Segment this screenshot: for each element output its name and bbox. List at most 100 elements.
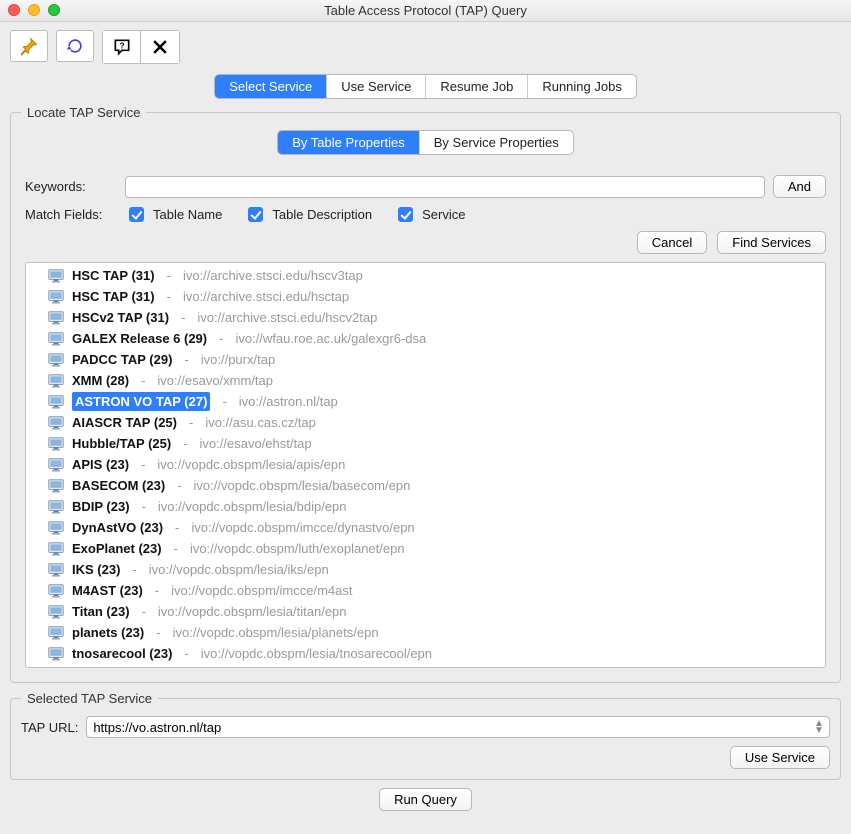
service-name: HSC TAP (31) xyxy=(72,287,155,306)
service-list-item[interactable]: planets (23) - ivo://vopdc.obspm/lesia/p… xyxy=(26,622,825,643)
keywords-input[interactable] xyxy=(125,176,765,198)
tap-url-input[interactable] xyxy=(86,716,830,738)
locate-legend: Locate TAP Service xyxy=(21,105,146,120)
service-url: ivo://cadc.nrc.ca/argus xyxy=(330,665,460,668)
service-name: APIS (23) xyxy=(72,455,129,474)
service-name: ExoPlanet (23) xyxy=(72,539,162,558)
cancel-button[interactable]: Cancel xyxy=(637,231,707,254)
separator: - xyxy=(142,602,146,621)
service-name: CADC Table Query (TAP) Service (22) xyxy=(72,665,301,668)
service-url: ivo://vopdc.obspm/lesia/bdip/epn xyxy=(158,497,347,516)
service-name: M4AST (23) xyxy=(72,581,143,600)
separator: - xyxy=(183,434,187,453)
minimize-window-button[interactable] xyxy=(28,4,40,16)
find-services-button[interactable]: Find Services xyxy=(717,231,826,254)
service-url: ivo://esavo/xmm/tap xyxy=(157,371,273,390)
service-list-item[interactable]: Hubble/TAP (25) - ivo://esavo/ehst/tap xyxy=(26,433,825,454)
check-table-desc[interactable]: Table Description xyxy=(244,204,372,225)
separator: - xyxy=(155,581,159,600)
service-list-item[interactable]: XMM (28) - ivo://esavo/xmm/tap xyxy=(26,370,825,391)
separator: - xyxy=(141,371,145,390)
separator: - xyxy=(174,539,178,558)
monitor-icon xyxy=(48,332,64,346)
service-list-item[interactable]: CADC Table Query (TAP) Service (22) - iv… xyxy=(26,664,825,668)
separator: - xyxy=(219,329,223,348)
separator: - xyxy=(132,560,136,579)
keywords-label: Keywords: xyxy=(25,179,117,194)
service-url: ivo://wfau.roe.ac.uk/galexgr6-dsa xyxy=(235,329,426,348)
close-button[interactable] xyxy=(141,31,179,63)
check-service-box[interactable] xyxy=(398,207,413,222)
check-service[interactable]: Service xyxy=(394,204,465,225)
service-list-item[interactable]: IKS (23) - ivo://vopdc.obspm/lesia/iks/e… xyxy=(26,559,825,580)
service-list-item[interactable]: GALEX Release 6 (29) - ivo://wfau.roe.ac… xyxy=(26,328,825,349)
service-list-item[interactable]: ASTRON VO TAP (27) - ivo://astron.nl/tap xyxy=(26,391,825,412)
service-list-item[interactable]: DynAstVO (23) - ivo://vopdc.obspm/imcce/… xyxy=(26,517,825,538)
monitor-icon xyxy=(48,521,64,535)
check-service-label: Service xyxy=(422,207,465,222)
check-table-desc-box[interactable] xyxy=(248,207,263,222)
service-list[interactable]: HSC TAP (31) - ivo://archive.stsci.edu/h… xyxy=(25,262,826,668)
window-title: Table Access Protocol (TAP) Query xyxy=(324,3,527,18)
zoom-window-button[interactable] xyxy=(48,4,60,16)
separator: - xyxy=(181,308,185,327)
close-window-button[interactable] xyxy=(8,4,20,16)
service-list-item[interactable]: ExoPlanet (23) - ivo://vopdc.obspm/luth/… xyxy=(26,538,825,559)
and-button[interactable]: And xyxy=(773,175,826,198)
separator: - xyxy=(156,623,160,642)
service-list-item[interactable]: HSCv2 TAP (31) - ivo://archive.stsci.edu… xyxy=(26,307,825,328)
service-list-item[interactable]: tnosarecool (23) - ivo://vopdc.obspm/les… xyxy=(26,643,825,664)
monitor-icon xyxy=(48,458,64,472)
monitor-icon xyxy=(48,416,64,430)
check-table-name-box[interactable] xyxy=(129,207,144,222)
reload-button[interactable] xyxy=(56,30,94,62)
service-list-item[interactable]: BDIP (23) - ivo://vopdc.obspm/lesia/bdip… xyxy=(26,496,825,517)
separator: - xyxy=(177,476,181,495)
separator: - xyxy=(167,287,171,306)
run-query-button[interactable]: Run Query xyxy=(379,788,472,811)
subtab-by-table[interactable]: By Table Properties xyxy=(278,131,420,154)
monitor-icon xyxy=(48,479,64,493)
tab-running-jobs[interactable]: Running Jobs xyxy=(528,75,636,98)
check-table-desc-label: Table Description xyxy=(272,207,372,222)
service-list-item[interactable]: HSC TAP (31) - ivo://archive.stsci.edu/h… xyxy=(26,286,825,307)
separator: - xyxy=(313,665,317,668)
tab-select-service[interactable]: Select Service xyxy=(215,75,327,98)
selected-tap-service-fieldset: Selected TAP Service TAP URL: ▲▼ Use Ser… xyxy=(10,691,841,780)
check-table-name[interactable]: Table Name xyxy=(125,204,222,225)
service-list-item[interactable]: PADCC TAP (29) - ivo://purx/tap xyxy=(26,349,825,370)
service-url: ivo://vopdc.obspm/lesia/titan/epn xyxy=(158,602,347,621)
tab-use-service[interactable]: Use Service xyxy=(327,75,426,98)
subtab-by-service[interactable]: By Service Properties xyxy=(420,131,573,154)
service-url: ivo://vopdc.obspm/lesia/apis/epn xyxy=(157,455,345,474)
service-list-item[interactable]: HSC TAP (31) - ivo://archive.stsci.edu/h… xyxy=(26,265,825,286)
service-list-item[interactable]: M4AST (23) - ivo://vopdc.obspm/imcce/m4a… xyxy=(26,580,825,601)
service-list-item[interactable]: BASECOM (23) - ivo://vopdc.obspm/lesia/b… xyxy=(26,475,825,496)
separator: - xyxy=(184,644,188,663)
service-list-item[interactable]: APIS (23) - ivo://vopdc.obspm/lesia/apis… xyxy=(26,454,825,475)
service-name: XMM (28) xyxy=(72,371,129,390)
separator: - xyxy=(141,455,145,474)
monitor-icon xyxy=(48,311,64,325)
monitor-icon xyxy=(48,437,64,451)
help-button[interactable]: ? xyxy=(103,31,141,63)
use-service-button[interactable]: Use Service xyxy=(730,746,830,769)
service-list-item[interactable]: Titan (23) - ivo://vopdc.obspm/lesia/tit… xyxy=(26,601,825,622)
monitor-icon xyxy=(48,353,64,367)
main-tab-row: Select Service Use Service Resume Job Ru… xyxy=(10,74,841,99)
locate-tap-service-fieldset: Locate TAP Service By Table Properties B… xyxy=(10,105,841,683)
service-url: ivo://vopdc.obspm/imcce/m4ast xyxy=(171,581,352,600)
check-table-name-label: Table Name xyxy=(153,207,222,222)
tab-resume-job[interactable]: Resume Job xyxy=(426,75,528,98)
pin-icon xyxy=(19,36,39,56)
service-name: tnosarecool (23) xyxy=(72,644,172,663)
toolbar: ? xyxy=(10,30,841,64)
service-url: ivo://vopdc.obspm/lesia/basecom/epn xyxy=(194,476,411,495)
help-bubble-icon: ? xyxy=(112,37,132,57)
monitor-icon xyxy=(48,626,64,640)
service-name: GALEX Release 6 (29) xyxy=(72,329,207,348)
service-name: DynAstVO (23) xyxy=(72,518,163,537)
pin-button[interactable] xyxy=(10,30,48,62)
service-list-item[interactable]: AIASCR TAP (25) - ivo://asu.cas.cz/tap xyxy=(26,412,825,433)
tap-url-label: TAP URL: xyxy=(21,720,78,735)
